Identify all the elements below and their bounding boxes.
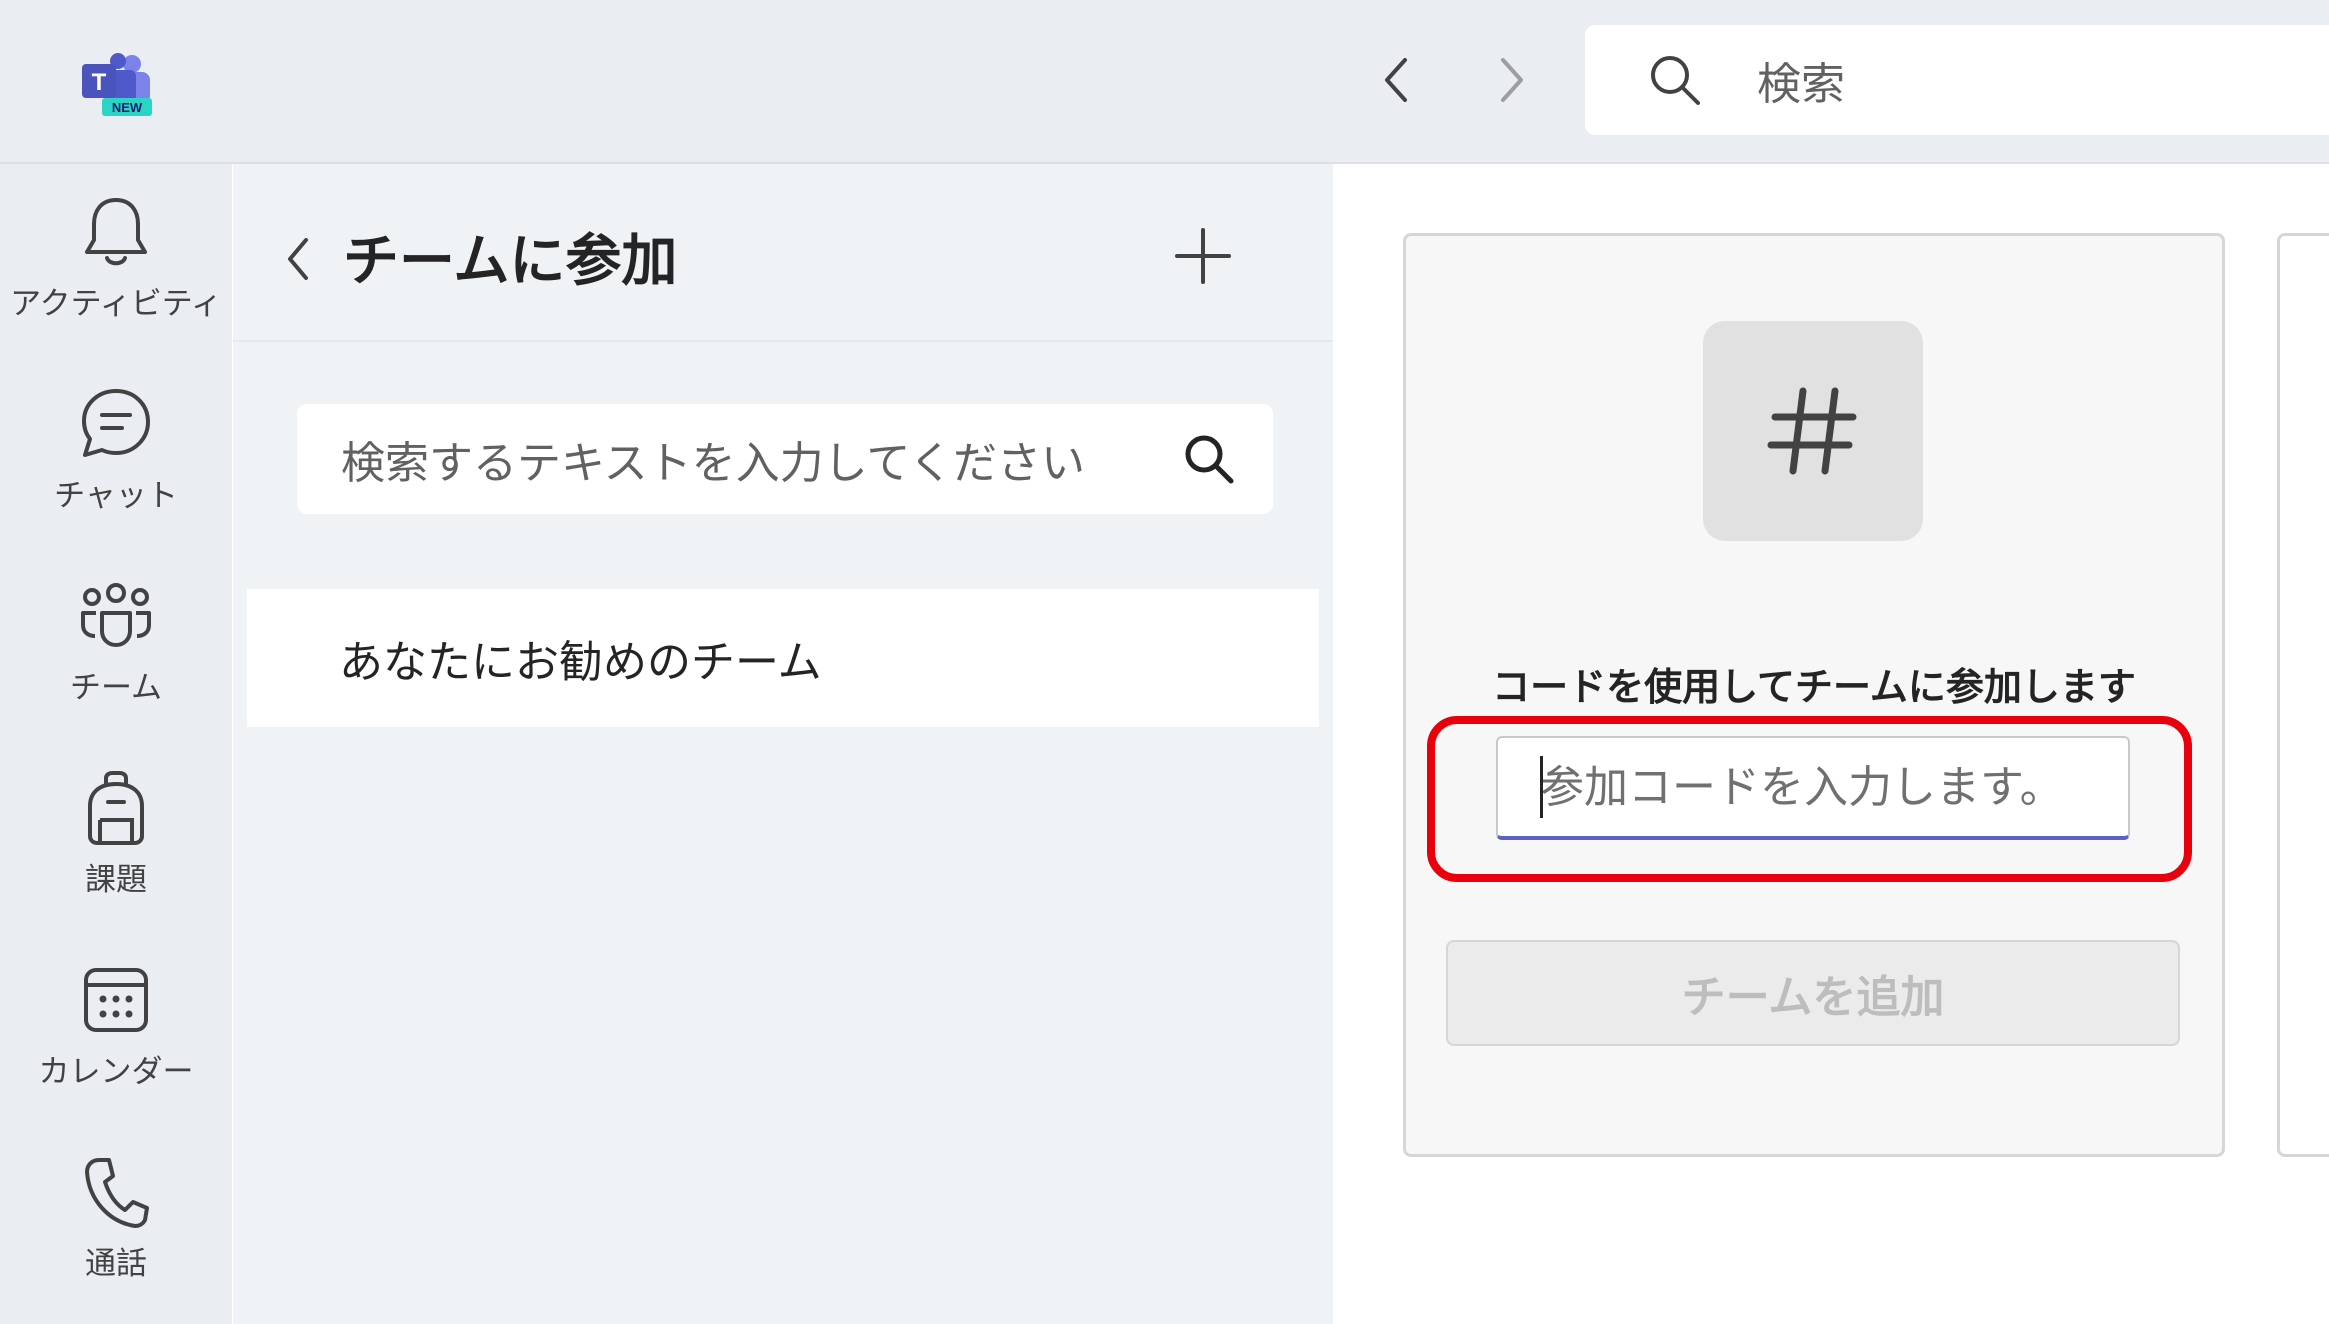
calendar-icon (76, 960, 156, 1040)
top-bar: T NEW 検索 (0, 0, 2329, 164)
svg-text:T: T (92, 69, 107, 96)
chevron-left-icon (288, 238, 308, 280)
rail-item-label: 課題 (85, 862, 147, 898)
rail-item-activity[interactable]: アクティビティ (0, 164, 232, 334)
team-search-placeholder: 検索するテキストを入力してください (341, 438, 1086, 489)
join-team-panel: チームに参加 検索するテキストを入力してください あなたにお勧めのチーム (233, 164, 1333, 1324)
recommended-teams-label: あなたにお勧めのチーム (339, 637, 822, 688)
text-caret (1540, 756, 1543, 818)
chevron-left-icon (1385, 58, 1407, 102)
rail-item-chat[interactable]: チャット (0, 356, 232, 526)
app-rail: アクティビティ チャット チーム 課題 カレンダー 通話 (0, 164, 232, 1324)
global-search-box[interactable]: 検索 (1585, 25, 2329, 135)
rail-item-calls[interactable]: 通話 (0, 1124, 232, 1294)
join-with-code-card: コードを使用してチームに参加します チームを追加 (1403, 233, 2225, 1157)
panel-header: チームに参加 (233, 164, 1333, 342)
create-team-card[interactable] (2277, 233, 2329, 1157)
recommended-teams-item[interactable]: あなたにお勧めのチーム (247, 589, 1319, 727)
rail-item-calendar[interactable]: カレンダー (0, 932, 232, 1102)
rail-item-label: チャット (54, 478, 178, 514)
back-nav-button[interactable] (1362, 45, 1432, 115)
search-icon[interactable] (1179, 429, 1239, 489)
rail-item-label: アクティビティ (10, 286, 222, 322)
panel-back-button[interactable] (263, 224, 333, 294)
join-code-label: コードを使用してチームに参加します (1492, 665, 2136, 709)
global-search-placeholder: 検索 (1757, 59, 1845, 110)
rail-item-label: 通話 (85, 1246, 147, 1282)
chat-icon (76, 384, 156, 464)
bell-icon (76, 192, 156, 272)
plus-icon (1175, 228, 1231, 284)
backpack-icon (76, 768, 156, 848)
phone-icon (76, 1152, 156, 1232)
forward-nav-button[interactable] (1476, 45, 1546, 115)
svg-text:NEW: NEW (112, 100, 143, 115)
chevron-right-icon (1501, 58, 1523, 102)
add-team-button[interactable]: チームを追加 (1446, 940, 2180, 1046)
rail-item-assignments[interactable]: 課題 (0, 740, 232, 910)
teams-icon (76, 576, 156, 656)
create-team-button[interactable] (1163, 216, 1243, 296)
rail-item-teams[interactable]: チーム (0, 548, 232, 718)
rail-item-label: カレンダー (38, 1054, 194, 1090)
rail-item-label: チーム (69, 670, 163, 706)
team-search-box[interactable]: 検索するテキストを入力してください (297, 404, 1273, 514)
hash-icon (1703, 321, 1923, 541)
search-icon (1645, 50, 1705, 110)
join-code-input[interactable] (1496, 736, 2130, 840)
teams-logo-icon: T NEW (80, 52, 154, 118)
page-title: チームに参加 (343, 229, 678, 294)
